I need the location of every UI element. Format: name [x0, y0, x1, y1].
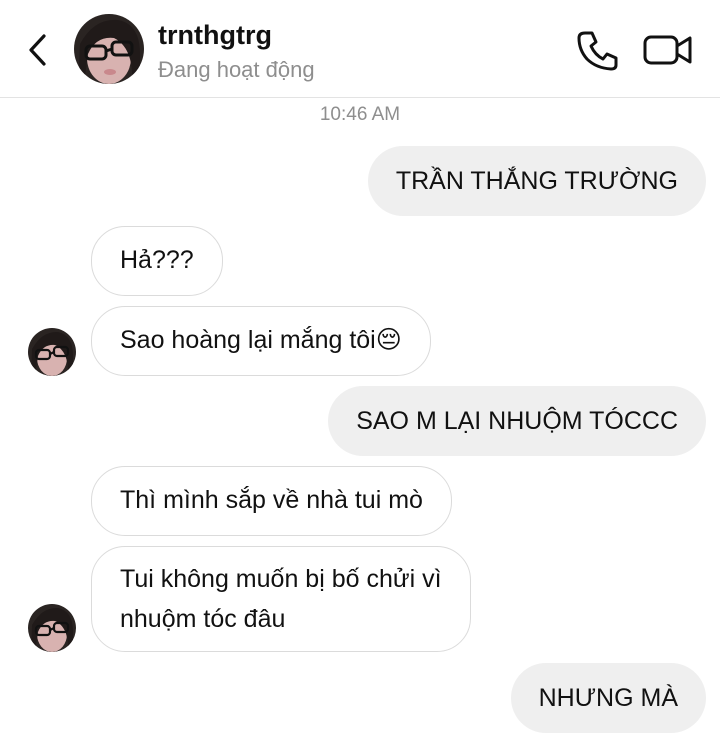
message-text-line: Tui không muốn bị bố chửi vì: [120, 565, 442, 593]
outgoing-message[interactable]: NHƯNG MÀ: [510, 663, 706, 733]
incoming-message[interactable]: Tui không muốn bị bố chửi vì nhuộm tóc đ…: [91, 546, 471, 652]
message-text: NHƯNG MÀ: [538, 684, 678, 712]
incoming-message[interactable]: Hả???: [91, 226, 223, 296]
message-text: SAO M LẠI NHUỘM TÓCCC: [356, 407, 678, 435]
chevron-left-icon[interactable]: [22, 30, 54, 70]
video-camera-icon[interactable]: [642, 30, 694, 70]
phone-icon[interactable]: [576, 28, 620, 72]
message-timestamp: 10:46 AM: [319, 104, 401, 125]
contact-username[interactable]: trnthgtrg: [158, 20, 272, 51]
message-text: Hả???: [120, 246, 194, 274]
active-status: Đang hoạt động: [158, 57, 315, 82]
incoming-message[interactable]: Thì mình sắp về nhà tui mò: [91, 466, 452, 536]
message-text: Sao hoàng lại mắng tôi😔: [120, 326, 402, 354]
incoming-message[interactable]: Sao hoàng lại mắng tôi😔: [91, 306, 431, 376]
sender-avatar: [28, 604, 76, 652]
message-text: Thì mình sắp về nhà tui mò: [120, 486, 423, 514]
outgoing-message[interactable]: SAO M LẠI NHUỘM TÓCCC: [328, 386, 706, 456]
sender-avatar: [28, 328, 76, 376]
message-text-line: nhuộm tóc đâu: [120, 605, 286, 633]
chat-header: trnthgtrg Đang hoạt động: [0, 0, 720, 98]
outgoing-message[interactable]: TRẦN THẮNG TRƯỜNG: [367, 146, 706, 216]
contact-avatar[interactable]: [74, 14, 144, 84]
message-text: TRẦN THẮNG TRƯỜNG: [395, 167, 678, 195]
